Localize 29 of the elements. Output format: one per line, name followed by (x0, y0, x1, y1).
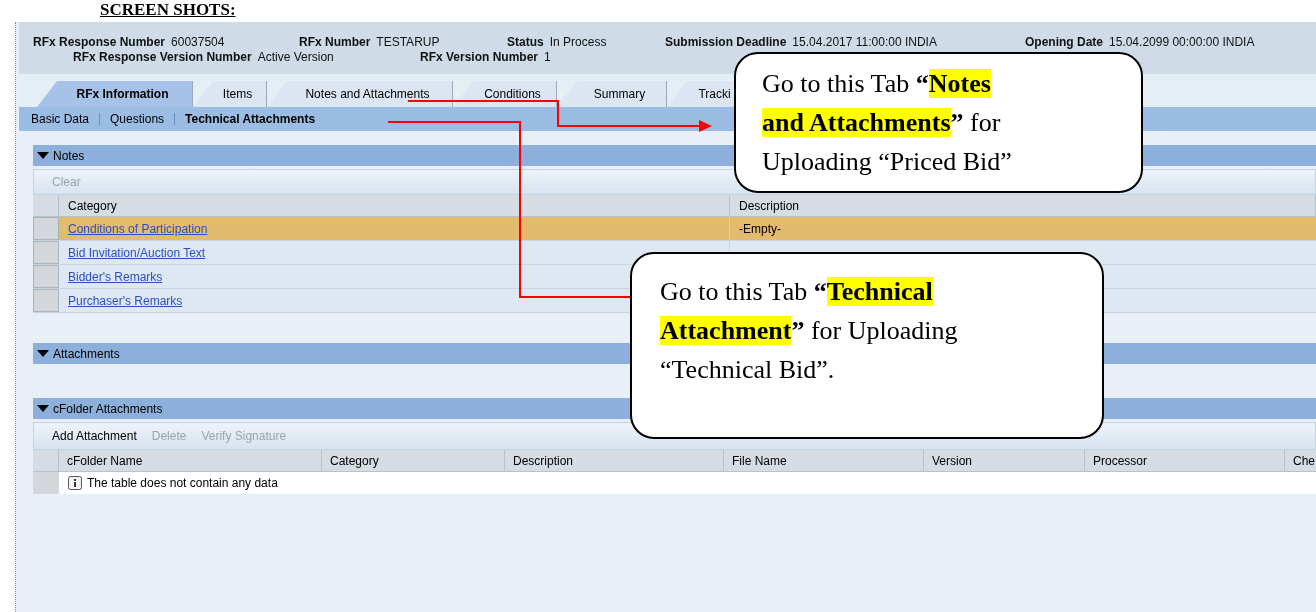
section-title: cFolder Attachments (53, 400, 163, 418)
field-label: RFx Version Number (420, 50, 539, 65)
field-label: RFx Response Number (33, 35, 166, 50)
column-header: Version (924, 450, 1085, 471)
field-value: 60037504 (171, 35, 225, 50)
field-label: Status (507, 35, 544, 50)
column-header: cFolder Name (59, 450, 322, 471)
empty-table-message: The table does not contain any data (87, 475, 278, 492)
field-value: In Process (549, 35, 607, 50)
column-header: Category (322, 450, 505, 471)
column-header: Category (59, 195, 730, 216)
field-value: 1 (544, 50, 551, 65)
field-label: Opening Date (1025, 35, 1103, 50)
field-value: Active Version (257, 50, 334, 65)
section-title: Notes (53, 147, 85, 165)
column-header: Che (1285, 450, 1316, 471)
column-header: File Name (724, 450, 924, 471)
table-cell-text: -Empty- (739, 220, 781, 238)
section-title: Attachments (53, 345, 120, 363)
field-label: RFx Number (299, 35, 371, 50)
field-label: Submission Deadline (665, 35, 787, 50)
column-header: Description (505, 450, 724, 471)
field-value: 15.04.2099 00:00:00 INDIA (1109, 35, 1255, 50)
column-header: Processor (1085, 450, 1285, 471)
document-heading: SCREEN SHOTS: (100, 0, 236, 20)
field-value: 15.04.2017 11:00:00 INDIA (792, 35, 937, 50)
field-label: RFx Response Version Number (73, 50, 252, 65)
field-value: TESTARUP (376, 35, 440, 50)
column-header: Description (730, 195, 1316, 216)
